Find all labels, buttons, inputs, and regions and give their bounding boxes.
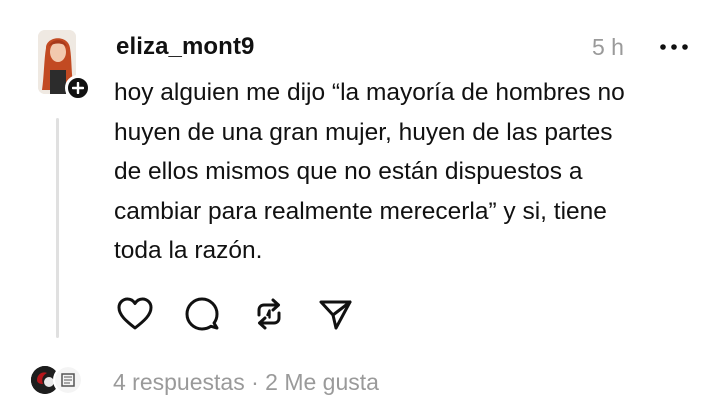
stats-separator: ·	[251, 369, 259, 395]
repost-button[interactable]	[246, 291, 292, 337]
heart-icon	[117, 297, 153, 330]
repost-icon	[257, 298, 281, 330]
send-icon	[319, 300, 352, 330]
username[interactable]: eliza_mont9	[116, 33, 254, 61]
post-actions	[112, 291, 372, 337]
post-text: hoy alguien me dijo “la mayoría de hombr…	[114, 79, 625, 264]
post-time: 5 h	[592, 34, 624, 60]
thread-line	[56, 118, 59, 338]
comment-icon	[185, 297, 219, 331]
reply-button[interactable]	[179, 291, 225, 337]
like-button[interactable]	[112, 291, 158, 337]
follow-button[interactable]	[65, 75, 91, 101]
post-stats: 4 respuestas · 2 Me gusta	[113, 368, 379, 396]
replier-avatar-2	[53, 365, 83, 395]
likes-count[interactable]: 2 Me gusta	[265, 369, 379, 395]
plus-icon	[72, 82, 84, 94]
share-button[interactable]	[312, 291, 358, 337]
replies-count[interactable]: 4 respuestas	[113, 369, 245, 395]
ellipsis-icon[interactable]	[658, 38, 690, 56]
